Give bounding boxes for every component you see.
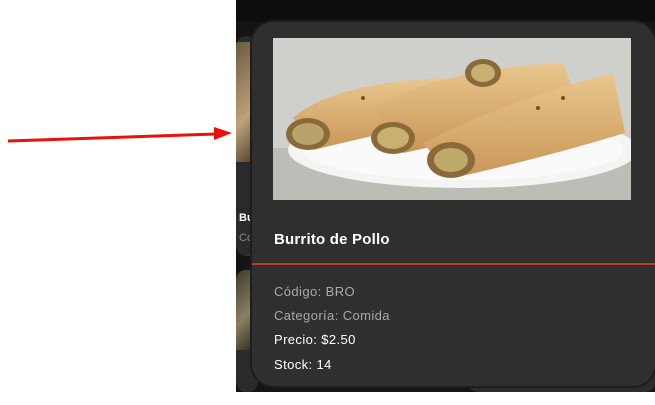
product-category: Categoría: Comida bbox=[274, 308, 390, 323]
phone-screen: Bu Co $2 bbox=[236, 0, 655, 405]
bottom-bar bbox=[236, 392, 655, 405]
product-code: Código: BRO bbox=[274, 284, 355, 299]
product-title: Burrito de Pollo bbox=[274, 231, 390, 248]
product-price: $2 bbox=[239, 254, 251, 256]
product-stock: Stock: 14 bbox=[274, 357, 332, 372]
product-price: Precio: $2.50 bbox=[274, 332, 356, 347]
divider bbox=[252, 263, 655, 265]
product-category: Co bbox=[239, 232, 254, 244]
burrito-photo-icon bbox=[273, 38, 631, 200]
status-bar bbox=[236, 0, 655, 22]
product-detail-modal[interactable]: Burrito de Pollo Código: BRO Categoría: … bbox=[252, 22, 655, 386]
